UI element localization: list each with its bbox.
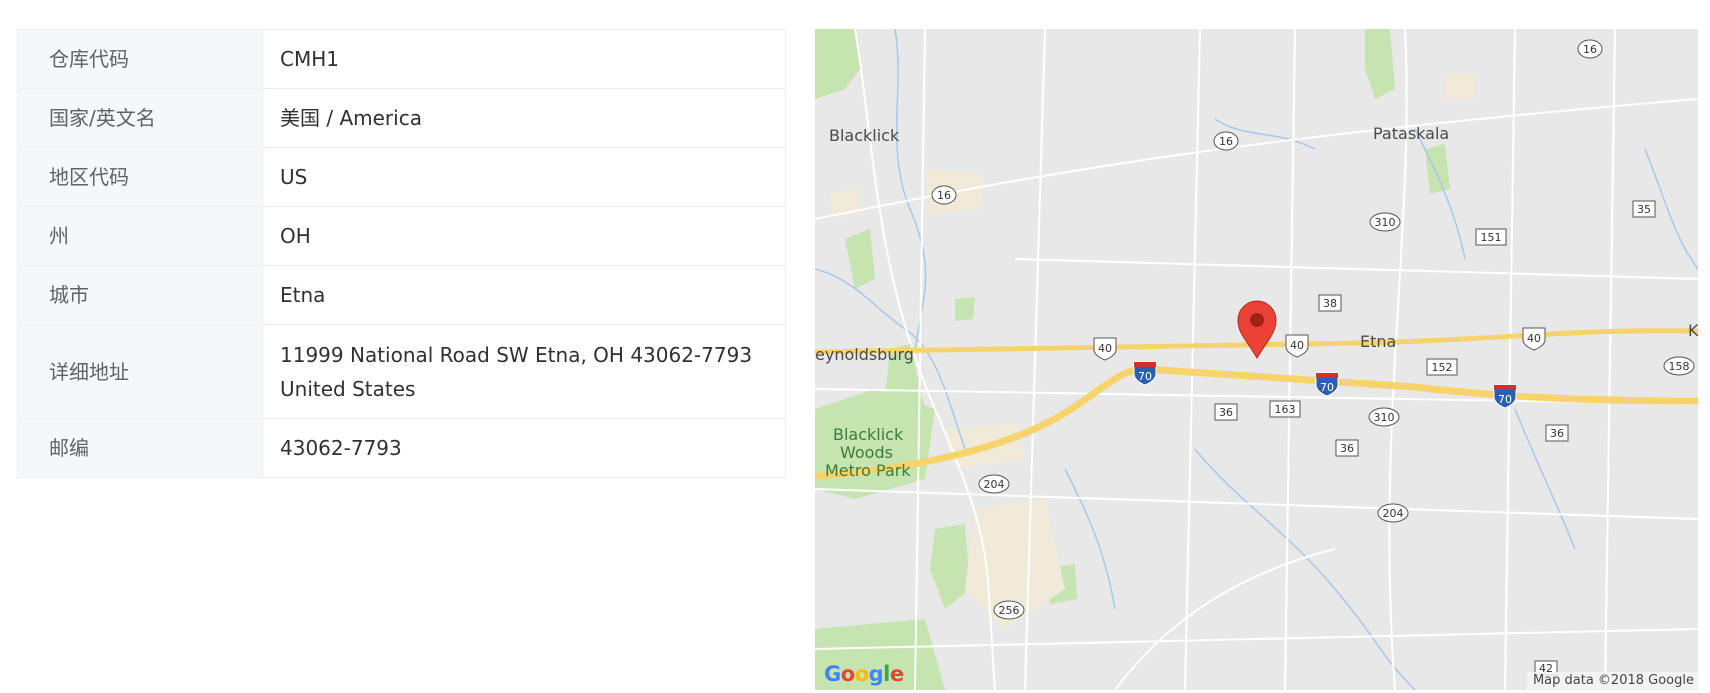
warehouse-info-table: 仓库代码 CMH1 国家/英文名 美国 / America 地区代码 US 州 … (17, 29, 786, 478)
label-address: 详细地址 (17, 324, 263, 419)
route-36-shield: 36 (1335, 439, 1359, 457)
route-204-shield: 204 (1377, 503, 1409, 523)
value-address: 11999 National Road SW Etna, OH 43062-77… (262, 324, 786, 419)
table-row: 州 OH (17, 206, 786, 266)
location-map[interactable]: Blacklick Pataskala eynoldsburg Etna K B… (815, 29, 1698, 690)
route-310-shield: 310 (1368, 407, 1400, 427)
label-region-code: 地区代码 (17, 147, 263, 207)
svg-text:16: 16 (1219, 135, 1233, 148)
park-label-2: Woods (840, 443, 893, 462)
route-151-shield: 151 (1475, 228, 1507, 246)
value-region-code: US (262, 147, 786, 207)
route-256-shield: 256 (993, 600, 1025, 620)
table-row: 仓库代码 CMH1 (17, 29, 786, 89)
route-204-shield: 204 (978, 474, 1010, 494)
route-16-shield: 16 (1577, 39, 1603, 59)
label-city: 城市 (17, 265, 263, 325)
route-35-shield: 35 (1632, 200, 1656, 218)
svg-text:36: 36 (1550, 427, 1564, 440)
map-attribution[interactable]: Map data ©2018 Google (1526, 672, 1698, 690)
route-16-shield: 16 (1213, 131, 1239, 151)
value-state: OH (262, 206, 786, 266)
address-line-2: United States (280, 376, 416, 401)
route-152-shield: 152 (1426, 358, 1458, 376)
value-city: Etna (262, 265, 786, 325)
value-postal-code: 43062-7793 (262, 418, 786, 478)
svg-text:16: 16 (937, 189, 951, 202)
svg-text:204: 204 (1383, 507, 1404, 520)
place-etna: Etna (1360, 332, 1396, 351)
place-edge-k: K (1688, 321, 1698, 340)
svg-text:204: 204 (984, 478, 1005, 491)
google-logo: Google (824, 662, 904, 686)
value-country: 美国 / America (262, 88, 786, 148)
table-row: 城市 Etna (17, 265, 786, 325)
svg-text:40: 40 (1098, 342, 1112, 355)
route-16-shield: 16 (931, 185, 957, 205)
map-canvas[interactable]: Blacklick Pataskala eynoldsburg Etna K B… (815, 29, 1698, 690)
route-158-shield: 158 (1663, 356, 1695, 376)
place-blacklick: Blacklick (829, 126, 900, 145)
route-36-shield: 36 (1545, 424, 1569, 442)
svg-text:152: 152 (1432, 361, 1453, 374)
svg-text:310: 310 (1375, 216, 1396, 229)
svg-text:40: 40 (1290, 339, 1304, 352)
svg-text:40: 40 (1527, 332, 1541, 345)
label-state: 州 (17, 206, 263, 266)
svg-text:38: 38 (1323, 297, 1337, 310)
label-postal-code: 邮编 (17, 418, 263, 478)
table-row: 邮编 43062-7793 (17, 418, 786, 478)
label-warehouse-code: 仓库代码 (17, 29, 263, 89)
page: 仓库代码 CMH1 国家/英文名 美国 / America 地区代码 US 州 … (0, 0, 1710, 693)
svg-text:36: 36 (1219, 406, 1233, 419)
svg-text:16: 16 (1583, 43, 1597, 56)
svg-text:310: 310 (1374, 411, 1395, 424)
route-163-shield: 163 (1269, 400, 1301, 418)
route-36-shield: 36 (1214, 403, 1238, 421)
park-label-3: Metro Park (825, 461, 911, 480)
svg-text:35: 35 (1637, 203, 1651, 216)
place-reynoldsburg: eynoldsburg (815, 345, 914, 364)
table-row: 详细地址 11999 National Road SW Etna, OH 430… (17, 324, 786, 419)
park-label-1: Blacklick (833, 425, 904, 444)
table-row: 国家/英文名 美国 / America (17, 88, 786, 148)
route-310-shield: 310 (1369, 212, 1401, 232)
svg-text:70: 70 (1138, 370, 1152, 383)
route-38-shield: 38 (1318, 294, 1342, 312)
svg-text:163: 163 (1275, 403, 1296, 416)
table-row: 地区代码 US (17, 147, 786, 207)
value-warehouse-code: CMH1 (262, 29, 786, 89)
svg-text:158: 158 (1669, 360, 1690, 373)
label-country: 国家/英文名 (17, 88, 263, 148)
svg-text:256: 256 (999, 604, 1020, 617)
address-line-1: 11999 National Road SW Etna, OH 43062-77… (280, 342, 753, 367)
svg-text:151: 151 (1481, 231, 1502, 244)
place-pataskala: Pataskala (1373, 124, 1449, 143)
svg-text:70: 70 (1320, 381, 1334, 394)
svg-text:70: 70 (1498, 393, 1512, 406)
svg-text:36: 36 (1340, 442, 1354, 455)
